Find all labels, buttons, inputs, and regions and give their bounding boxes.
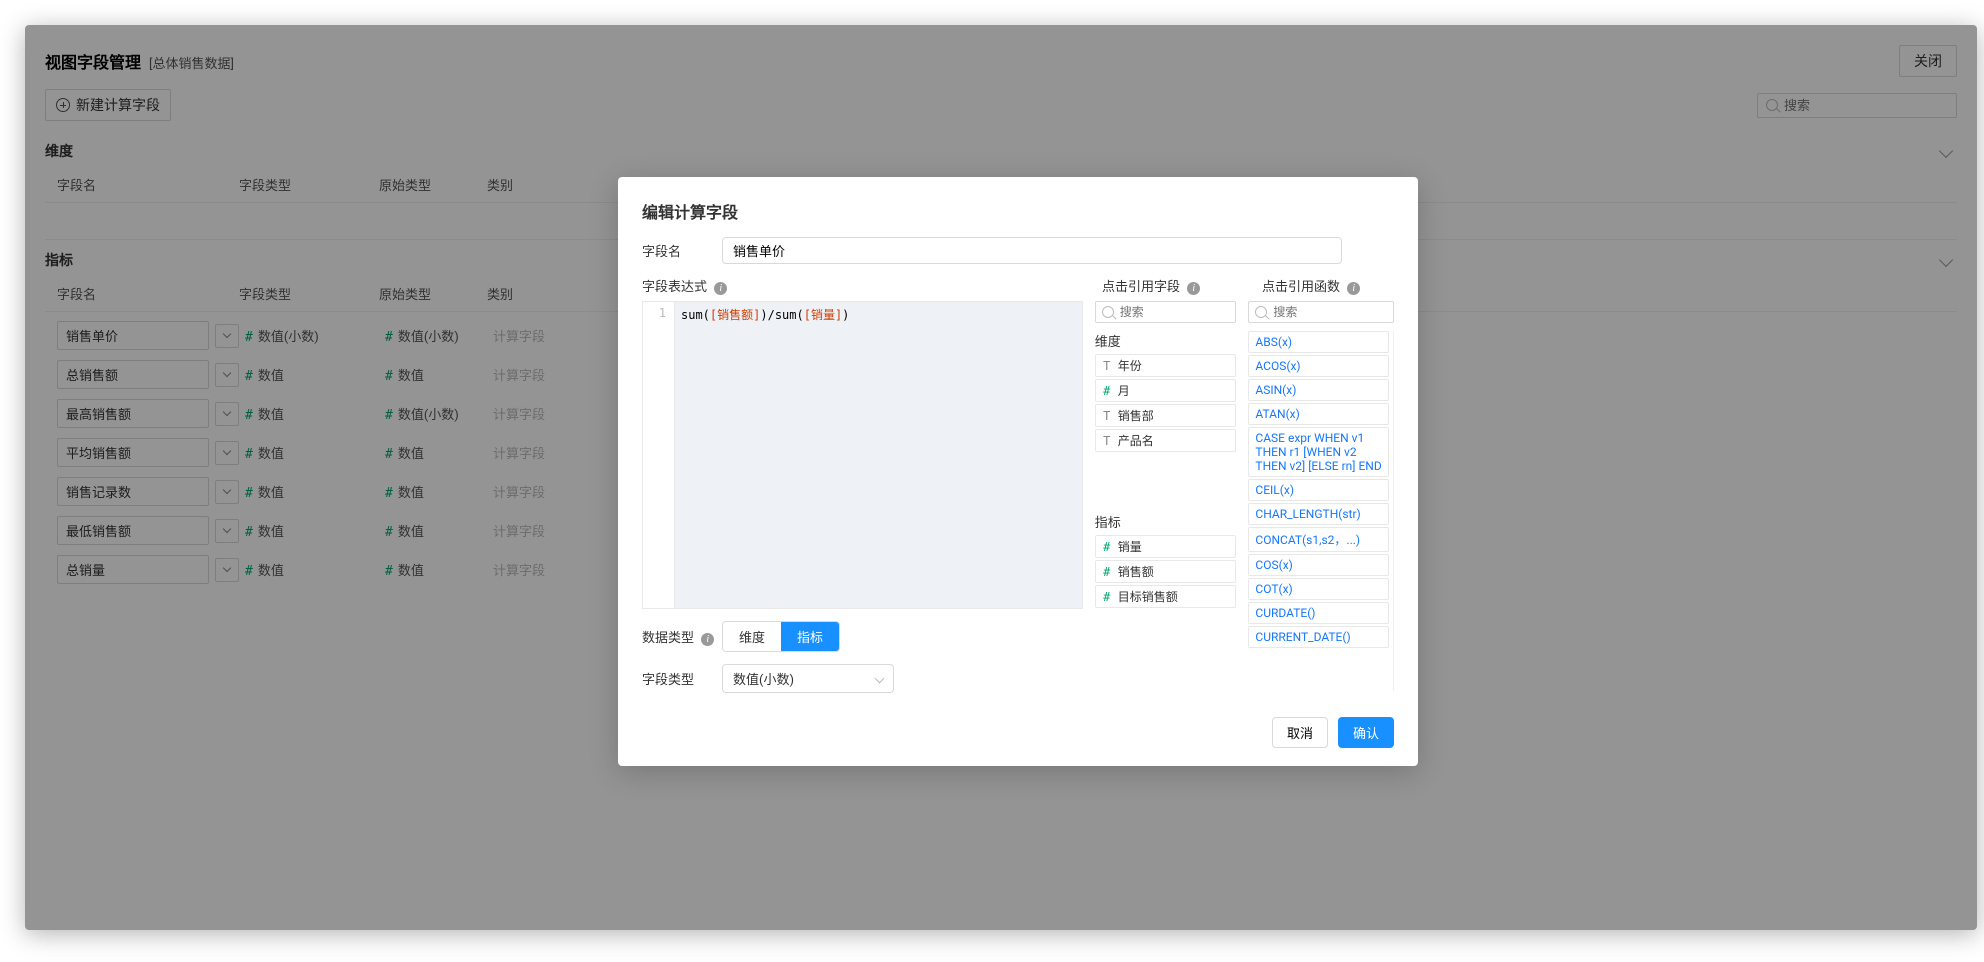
info-icon[interactable]: i xyxy=(1347,282,1360,295)
functions-panel: ABS(x)ACOS(x)ASIN(x)ATAN(x)CASE expr WHE… xyxy=(1248,301,1394,705)
field-type-row: 字段类型 数值(小数) xyxy=(642,664,1083,693)
fields-search[interactable] xyxy=(1095,301,1237,323)
search-icon xyxy=(1255,306,1267,318)
field-item[interactable]: # 销量 xyxy=(1095,535,1237,558)
type-icon: # xyxy=(1102,384,1112,398)
field-item[interactable]: # 销售额 xyxy=(1095,560,1237,583)
function-item[interactable]: ABS(x) xyxy=(1248,331,1389,353)
field-type-value: 数值(小数) xyxy=(733,669,794,688)
modal-footer: 取消 确认 xyxy=(642,717,1394,748)
field-item-label: 产品名 xyxy=(1118,432,1154,449)
field-item[interactable]: T 销售部 xyxy=(1095,404,1237,427)
data-type-row: 数据类型 i 维度 指标 xyxy=(642,621,1083,652)
function-item[interactable]: ATAN(x) xyxy=(1248,403,1389,425)
type-icon: # xyxy=(1102,565,1112,579)
field-item[interactable]: T 产品名 xyxy=(1095,429,1237,452)
funcs-search-input[interactable] xyxy=(1273,305,1387,319)
ok-button[interactable]: 确认 xyxy=(1338,717,1394,748)
field-item-label: 销售额 xyxy=(1118,563,1154,580)
data-type-dimension[interactable]: 维度 xyxy=(723,622,781,651)
search-icon xyxy=(1102,306,1114,318)
field-type-select[interactable]: 数值(小数) xyxy=(722,664,894,693)
field-item[interactable]: T 年份 xyxy=(1095,354,1237,377)
fields-label: 点击引用字段 xyxy=(1102,280,1180,295)
chevron-down-icon xyxy=(875,674,885,684)
function-item[interactable]: CONCAT(s1,s2，...) xyxy=(1248,527,1389,552)
function-item[interactable]: COT(x) xyxy=(1248,578,1389,600)
function-list[interactable]: ABS(x)ACOS(x)ASIN(x)ATAN(x)CASE expr WHE… xyxy=(1248,331,1394,691)
type-icon: # xyxy=(1102,540,1112,554)
fields-search-input[interactable] xyxy=(1120,305,1230,319)
data-type-metric[interactable]: 指标 xyxy=(781,622,839,651)
type-icon: # xyxy=(1102,590,1112,604)
field-item[interactable]: # 目标销售额 xyxy=(1095,585,1237,608)
line-gutter: 1 xyxy=(643,302,675,608)
info-icon[interactable]: i xyxy=(1187,282,1200,295)
function-item[interactable]: CASE expr WHEN v1 THEN r1 [WHEN v2 THEN … xyxy=(1248,427,1389,477)
fields-dim-header: 维度 xyxy=(1095,331,1237,350)
field-item-label: 年份 xyxy=(1118,357,1142,374)
expression-editor[interactable]: 1 sum([销售额])/sum([销量]) xyxy=(642,301,1083,609)
info-icon[interactable]: i xyxy=(701,633,714,646)
function-item[interactable]: CEIL(x) xyxy=(1248,479,1389,501)
function-item[interactable]: CURDATE() xyxy=(1248,602,1389,624)
function-item[interactable]: CURRENT_DATE() xyxy=(1248,626,1389,648)
function-item[interactable]: COS(x) xyxy=(1248,554,1389,576)
type-icon: T xyxy=(1102,409,1112,423)
field-item-label: 销售部 xyxy=(1118,407,1154,424)
type-icon: T xyxy=(1102,359,1112,373)
data-type-segmented: 维度 指标 xyxy=(722,621,840,652)
edit-calc-field-modal: 编辑计算字段 字段名 字段表达式 i 点击引用字段 i 点击引用函数 i xyxy=(618,177,1418,766)
function-item[interactable]: ACOS(x) xyxy=(1248,355,1389,377)
function-item[interactable]: ASIN(x) xyxy=(1248,379,1389,401)
modal-title: 编辑计算字段 xyxy=(642,199,1394,223)
funcs-search[interactable] xyxy=(1248,301,1394,323)
fields-panel: 维度 T年份#月T销售部T产品名 指标 #销量#销售额#目标销售额 xyxy=(1095,301,1237,705)
field-name-label: 字段名 xyxy=(642,241,722,260)
field-item-label: 月 xyxy=(1118,382,1130,399)
cancel-button[interactable]: 取消 xyxy=(1272,717,1328,748)
expression-text[interactable]: sum([销售额])/sum([销量]) xyxy=(675,302,1082,608)
type-icon: T xyxy=(1102,434,1112,448)
field-name-row: 字段名 xyxy=(642,237,1394,264)
field-item-label: 目标销售额 xyxy=(1118,588,1178,605)
info-icon[interactable]: i xyxy=(714,282,727,295)
field-item[interactable]: #月 xyxy=(1095,379,1237,402)
funcs-label: 点击引用函数 xyxy=(1262,280,1340,295)
field-name-input[interactable] xyxy=(722,237,1342,264)
function-item[interactable]: CHAR_LENGTH(str) xyxy=(1248,503,1389,525)
field-item-label: 销量 xyxy=(1118,538,1142,555)
expr-label: 字段表达式 xyxy=(642,280,707,295)
field-type-label: 字段类型 xyxy=(642,669,722,688)
data-type-label: 数据类型 xyxy=(642,631,694,646)
fields-metric-header: 指标 xyxy=(1095,512,1237,531)
panel-header-row: 字段表达式 i 点击引用字段 i 点击引用函数 i xyxy=(642,276,1394,295)
